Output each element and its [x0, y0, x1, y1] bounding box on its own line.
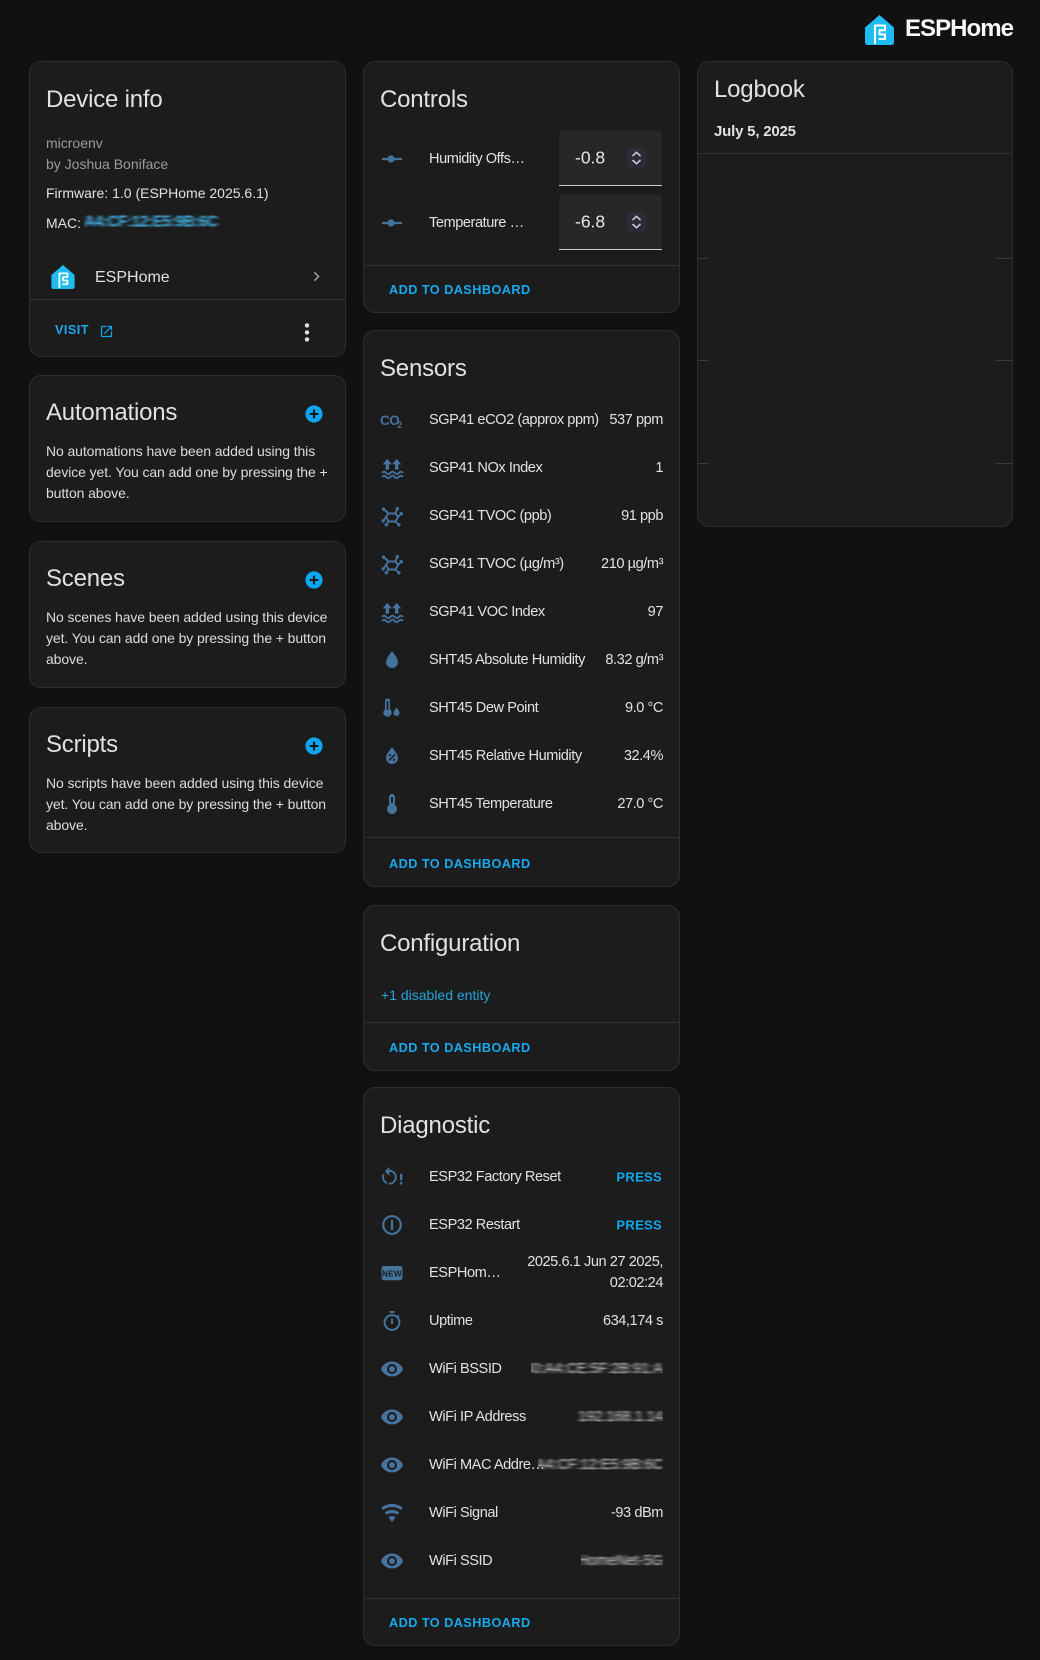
svg-text:A4:CF:12:E5:9B:6C: A4:CF:12:E5:9B:6C	[538, 1457, 663, 1473]
svg-text:40:A4:CE:5F:2B:91:A: 40:A4:CE:5F:2B:91:A	[531, 1361, 663, 1377]
svg-text:2: 2	[397, 420, 402, 430]
svg-text:192.168.1.14: 192.168.1.14	[578, 1409, 663, 1425]
svg-text:HomeNet-5G: HomeNet-5G	[581, 1553, 663, 1569]
svg-text:NEW: NEW	[382, 1269, 402, 1278]
svg-text:A4:CF:12:E5:9B:6C: A4:CF:12:E5:9B:6C	[84, 214, 218, 231]
